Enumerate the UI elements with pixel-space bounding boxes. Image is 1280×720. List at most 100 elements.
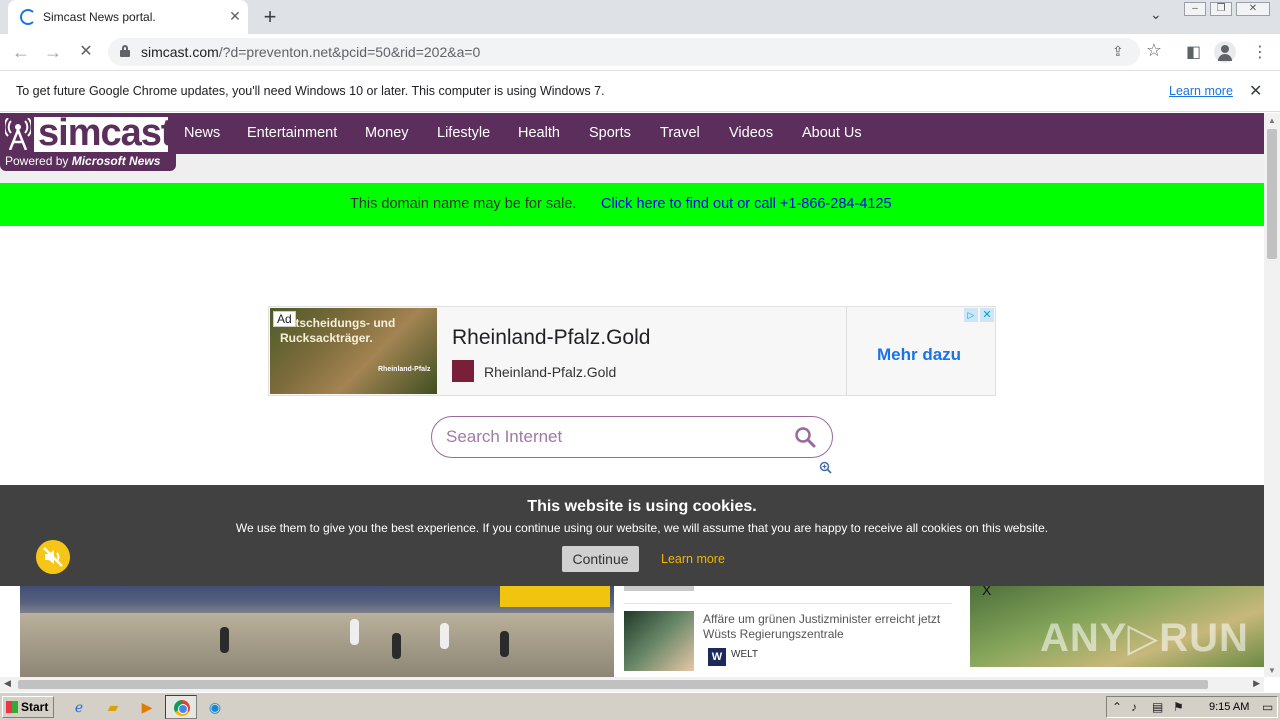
lock-icon[interactable] [120, 45, 130, 57]
news-source: WELT [731, 649, 759, 660]
ad-divider [846, 307, 847, 395]
search-box [431, 416, 833, 458]
scroll-up-icon[interactable]: ▲ [1268, 116, 1276, 125]
new-tab-button[interactable]: + [258, 4, 282, 30]
url-host: simcast.com [141, 44, 219, 60]
news-thumbnail[interactable] [624, 611, 694, 671]
vertical-scroll-thumb[interactable] [1267, 129, 1277, 259]
infobar-message: To get future Google Chrome updates, you… [16, 84, 605, 98]
nav-about-us[interactable]: About Us [802, 125, 862, 141]
cookie-banner: This website is using cookies. We use th… [0, 485, 1264, 586]
forward-arrow-icon[interactable]: → [42, 41, 64, 63]
nav-entertainment[interactable]: Entertainment [247, 125, 337, 141]
profile-avatar-icon[interactable] [1214, 41, 1236, 63]
cookie-text: We use them to give you the best experie… [235, 521, 1049, 535]
news-headline[interactable]: Affäre um grünen Justizminister erreicht… [703, 612, 953, 642]
windows-taskbar: Start ℯ ▰ ▶ ◉ ⌃ ♪ ▤ ⚑ 9:15 AM ▭ [0, 692, 1280, 720]
side-panel-icon[interactable]: ◧ [1186, 42, 1201, 62]
video-banner [500, 585, 610, 607]
video-player-figure [392, 633, 401, 659]
horizontal-scroll-thumb[interactable] [18, 680, 1208, 689]
search-icon[interactable] [794, 426, 816, 448]
anyrun-watermark: ANY▷RUN [1040, 616, 1249, 660]
media-player-icon[interactable]: ▶ [136, 697, 158, 717]
site-logo[interactable]: simcast Powered by Microsoft News [0, 113, 176, 171]
nav-money[interactable]: Money [365, 125, 409, 141]
cookie-continue-button[interactable]: Continue [562, 546, 639, 572]
horizontal-scrollbar[interactable]: ◀ ▶ [0, 677, 1264, 692]
browser-tab[interactable]: Simcast News portal. ✕ [8, 0, 248, 34]
cookie-learn-more-link[interactable]: Learn more [661, 552, 725, 566]
adchoices-icon[interactable]: ▷ [964, 308, 978, 322]
site-navbar: News Entertainment Money Lifestyle Healt… [0, 113, 1264, 154]
action-center-flag-icon[interactable]: ⚑ [1173, 700, 1184, 714]
tab-close-icon[interactable]: ✕ [226, 8, 244, 25]
ad-domain[interactable]: Rheinland-Pfalz.Gold [484, 364, 616, 380]
zoom-in-icon[interactable] [819, 461, 832, 474]
ad-image-text: Entscheidungs- und Rucksackträger. [280, 316, 396, 345]
video-player-figure [350, 619, 359, 645]
scroll-down-icon[interactable]: ▼ [1268, 666, 1276, 675]
restore-button[interactable]: ❐ [1210, 2, 1232, 16]
volume-icon[interactable]: ♪ [1131, 700, 1137, 714]
back-arrow-icon[interactable]: ← [10, 41, 32, 63]
sale-text: This domain name may be for sale. [350, 196, 577, 212]
mute-speaker-icon[interactable] [36, 540, 70, 574]
url-path: /?d=preventon.net&pcid=50&rid=202&a=0 [218, 44, 481, 60]
search-input[interactable] [446, 426, 776, 448]
nav-lifestyle[interactable]: Lifestyle [437, 125, 490, 141]
window-close-button[interactable]: ✕ [1236, 2, 1270, 16]
bookmark-star-icon[interactable]: ☆ [1146, 40, 1162, 61]
nav-videos[interactable]: Videos [729, 125, 773, 141]
tray-expand-icon[interactable]: ⌃ [1112, 700, 1122, 714]
logo-wordmark: simcast [38, 113, 174, 154]
side-ad-image[interactable]: X ANY▷RUN [970, 583, 1264, 667]
system-tray: ⌃ ♪ ▤ ⚑ 9:15 AM ▭ [1106, 696, 1278, 718]
powered-brand: Microsoft News [71, 154, 161, 168]
vertical-scrollbar[interactable]: ▲ ▼ [1264, 113, 1280, 677]
network-icon[interactable]: ▤ [1152, 700, 1163, 714]
nav-news[interactable]: News [184, 125, 220, 141]
stop-loading-icon[interactable]: ✕ [75, 41, 97, 63]
minimize-button[interactable]: – [1184, 2, 1206, 16]
infobar-close-icon[interactable]: ✕ [1249, 81, 1262, 101]
clock[interactable]: 9:15 AM [1209, 701, 1249, 713]
sale-link[interactable]: Click here to find out or call +1-866-28… [601, 196, 892, 212]
share-icon[interactable]: ⇪ [1112, 43, 1124, 60]
windows-flag-icon [6, 701, 18, 713]
ad-image-brand: Rheinland-Pfalz [378, 366, 431, 373]
video-player-figure [500, 631, 509, 657]
ad-cta-button[interactable]: Mehr dazu [877, 345, 961, 365]
menu-kebab-icon[interactable]: ⋮ [1252, 42, 1268, 62]
video-court [20, 613, 614, 677]
folder-icon[interactable]: ▰ [102, 697, 124, 717]
ad-close-icon[interactable]: ✕ [980, 308, 994, 322]
edge-icon[interactable]: ◉ [204, 697, 226, 717]
nav-health[interactable]: Health [518, 125, 560, 141]
page-viewport: News Entertainment Money Lifestyle Healt… [0, 113, 1264, 677]
scroll-left-icon[interactable]: ◀ [4, 678, 11, 689]
video-player-figure [220, 627, 229, 653]
show-desktop-icon[interactable]: ▭ [1262, 700, 1273, 714]
scroll-right-icon[interactable]: ▶ [1253, 678, 1260, 689]
address-bar[interactable]: simcast.com/?d=preventon.net&pcid=50&rid… [108, 38, 1162, 66]
tab-title: Simcast News portal. [43, 10, 156, 24]
ad-favicon-icon [452, 360, 474, 382]
domain-sale-bar: This domain name may be for sale. Click … [0, 183, 1264, 226]
chrome-taskbar-button[interactable] [165, 695, 197, 719]
powered-prefix: Powered by [5, 154, 72, 168]
tab-strip: Simcast News portal. ✕ + ⌄ – ❐ ✕ [0, 0, 1280, 34]
video-thumbnail[interactable] [20, 583, 614, 677]
nav-sports[interactable]: Sports [589, 125, 631, 141]
infobar-learn-more-link[interactable]: Learn more [1169, 84, 1233, 98]
ie-icon[interactable]: ℯ [68, 697, 90, 717]
ad-headline[interactable]: Rheinland-Pfalz.Gold [452, 326, 650, 350]
ad-label: Ad [273, 311, 296, 327]
video-player-figure [440, 623, 449, 649]
url-text[interactable]: simcast.com/?d=preventon.net&pcid=50&rid… [141, 44, 480, 60]
gray-spacer [0, 154, 1264, 183]
display-ad[interactable]: Entscheidungs- und Rucksackträger. Rhein… [268, 306, 996, 396]
tab-search-chevron-icon[interactable]: ⌄ [1150, 6, 1162, 23]
start-button[interactable]: Start [2, 696, 54, 718]
nav-travel[interactable]: Travel [660, 125, 700, 141]
